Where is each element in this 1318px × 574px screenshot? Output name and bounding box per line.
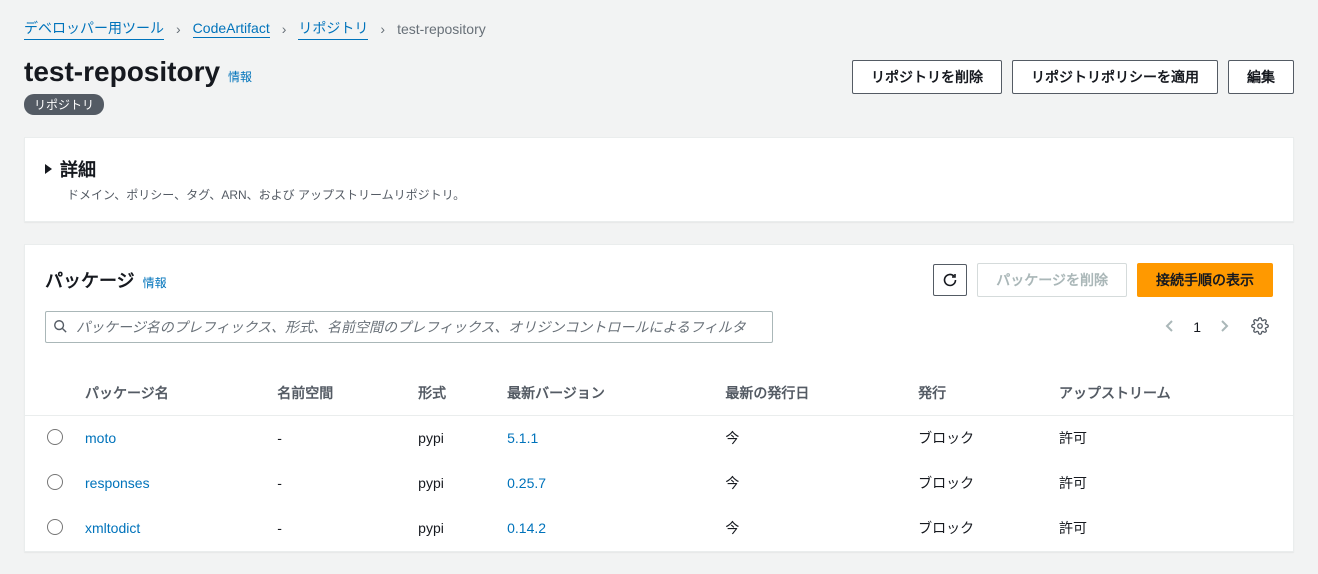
chevron-right-icon	[1219, 319, 1229, 333]
col-publish[interactable]: 発行	[908, 353, 1049, 416]
details-title: 詳細	[60, 156, 96, 182]
table-row: responses -pypi 0.25.7 今ブロック許可	[25, 461, 1293, 506]
pagination: 1	[1161, 313, 1273, 342]
cell-upstream: 許可	[1049, 506, 1293, 551]
cell-namespace: -	[267, 506, 408, 551]
package-filter-input[interactable]	[45, 311, 773, 343]
caret-right-icon	[45, 164, 52, 174]
settings-button[interactable]	[1247, 313, 1273, 342]
cell-format: pypi	[408, 506, 497, 551]
packages-info-link[interactable]: 情報	[143, 274, 167, 291]
cell-upstream: 許可	[1049, 461, 1293, 506]
details-toggle[interactable]: 詳細	[45, 156, 1273, 182]
table-row: xmltodict -pypi 0.14.2 今ブロック許可	[25, 506, 1293, 551]
chevron-right-icon: ›	[176, 21, 181, 37]
version-link[interactable]: 5.1.1	[507, 430, 538, 446]
cell-namespace: -	[267, 461, 408, 506]
apply-policy-button[interactable]: リポジトリポリシーを適用	[1012, 60, 1218, 94]
delete-repository-button[interactable]: リポジトリを削除	[852, 60, 1002, 94]
cell-published: 今	[715, 416, 908, 461]
delete-package-button[interactable]: パッケージを削除	[977, 263, 1127, 297]
table-row: moto -pypi 5.1.1 今ブロック許可	[25, 416, 1293, 461]
breadcrumb-repositories[interactable]: リポジトリ	[298, 18, 368, 40]
row-select-radio[interactable]	[47, 429, 63, 445]
chevron-right-icon: ›	[282, 21, 287, 37]
refresh-button[interactable]	[933, 264, 967, 296]
col-upstream[interactable]: アップストリーム	[1049, 353, 1293, 416]
row-select-radio[interactable]	[47, 474, 63, 490]
cell-published: 今	[715, 461, 908, 506]
breadcrumb-current: test-repository	[397, 21, 486, 37]
packages-panel: パッケージ 情報 パッケージを削除 接続手順の表示 1	[24, 244, 1294, 552]
package-name-link[interactable]: xmltodict	[85, 520, 140, 536]
col-namespace[interactable]: 名前空間	[267, 353, 408, 416]
gear-icon	[1251, 317, 1269, 335]
packages-table: パッケージ名 名前空間 形式 最新バージョン 最新の発行日 発行 アップストリー…	[25, 353, 1293, 551]
breadcrumb-codeartifact[interactable]: CodeArtifact	[193, 20, 270, 38]
col-format[interactable]: 形式	[408, 353, 497, 416]
refresh-icon	[942, 272, 958, 288]
breadcrumb: デベロッパー用ツール › CodeArtifact › リポジトリ › test…	[0, 0, 1318, 46]
col-latest-version[interactable]: 最新バージョン	[497, 353, 715, 416]
cell-namespace: -	[267, 416, 408, 461]
packages-title: パッケージ	[45, 267, 135, 293]
cell-format: pypi	[408, 461, 497, 506]
chevron-right-icon: ›	[380, 21, 385, 37]
package-name-link[interactable]: responses	[85, 475, 150, 491]
repository-badge: リポジトリ	[24, 94, 104, 115]
chevron-left-icon	[1165, 319, 1175, 333]
search-icon	[53, 319, 67, 336]
breadcrumb-dev-tools[interactable]: デベロッパー用ツール	[24, 18, 164, 40]
cell-format: pypi	[408, 416, 497, 461]
details-panel: 詳細 ドメイン、ポリシー、タグ、ARN、および アップストリームリポジトリ。	[24, 137, 1294, 222]
next-page-button[interactable]	[1215, 315, 1233, 340]
page-header: test-repository 情報 リポジトリ リポジトリを削除 リポジトリポ…	[0, 46, 1318, 115]
col-package-name[interactable]: パッケージ名	[75, 353, 267, 416]
row-select-radio[interactable]	[47, 519, 63, 535]
package-name-link[interactable]: moto	[85, 430, 116, 446]
version-link[interactable]: 0.14.2	[507, 520, 546, 536]
details-subtitle: ドメイン、ポリシー、タグ、ARN、および アップストリームリポジトリ。	[67, 186, 1273, 203]
prev-page-button[interactable]	[1161, 315, 1179, 340]
cell-upstream: 許可	[1049, 416, 1293, 461]
view-connection-button[interactable]: 接続手順の表示	[1137, 263, 1273, 297]
cell-publish: ブロック	[908, 506, 1049, 551]
cell-published: 今	[715, 506, 908, 551]
edit-button[interactable]: 編集	[1228, 60, 1294, 94]
version-link[interactable]: 0.25.7	[507, 475, 546, 491]
col-latest-publish[interactable]: 最新の発行日	[715, 353, 908, 416]
info-link[interactable]: 情報	[228, 68, 252, 85]
cell-publish: ブロック	[908, 461, 1049, 506]
cell-publish: ブロック	[908, 416, 1049, 461]
page-number: 1	[1193, 319, 1201, 335]
page-title: test-repository	[24, 56, 220, 88]
